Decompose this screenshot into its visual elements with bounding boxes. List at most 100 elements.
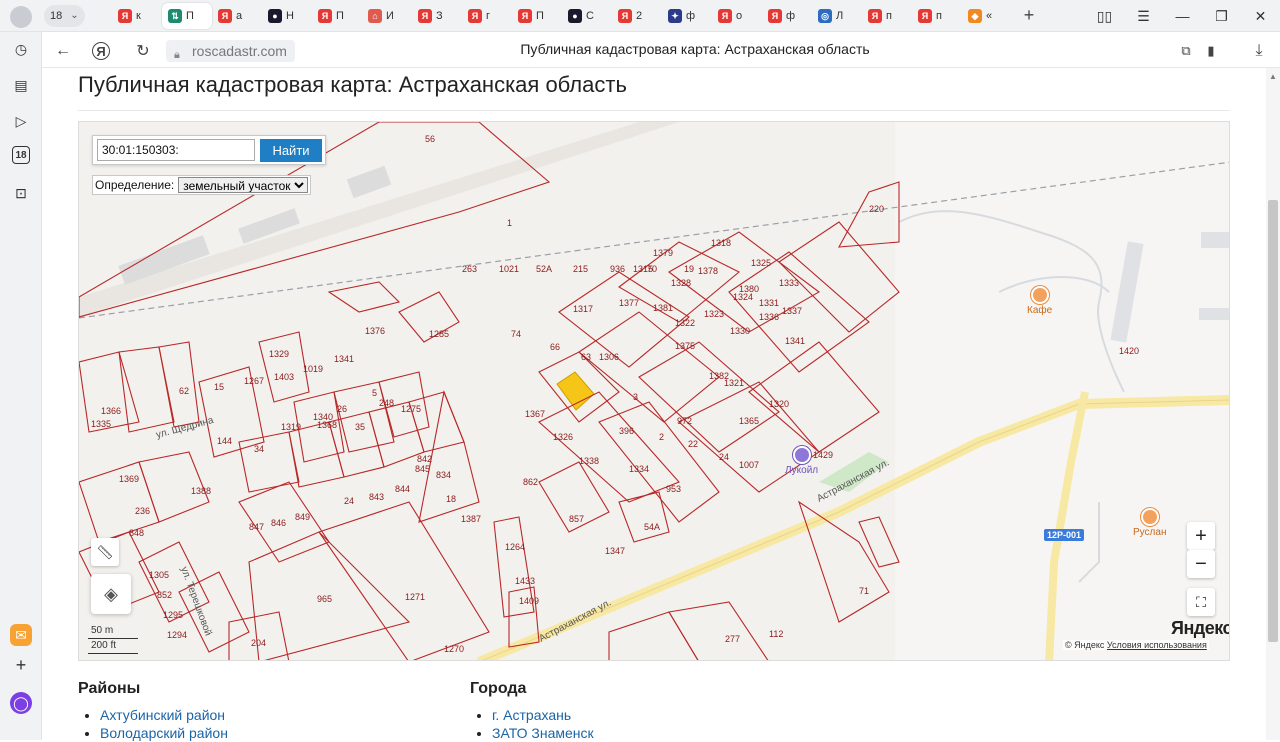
browser-tab[interactable]: Яа: [212, 3, 262, 29]
browser-tab[interactable]: Як: [112, 3, 162, 29]
cities-column: Города г. Астрахань ЗАТО Знаменск: [470, 680, 594, 742]
alice-assistant-icon[interactable]: ◯: [10, 692, 32, 714]
parcel-number-label: 1319: [281, 422, 301, 432]
restore-button[interactable]: ❐: [1202, 0, 1241, 32]
browser-tab[interactable]: Я2: [612, 3, 662, 29]
back-arrow-icon[interactable]: ←: [52, 40, 74, 62]
poi-ruslan[interactable]: Руслан: [1133, 508, 1166, 538]
browser-tab[interactable]: ◆ «: [962, 3, 1012, 29]
reader-icon[interactable]: ⧉: [1175, 40, 1197, 62]
collections-icon[interactable]: ▤: [10, 74, 32, 96]
scroll-thumb[interactable]: [1268, 200, 1278, 642]
tab-favicon-icon: Я: [618, 9, 632, 23]
parcel-number-label: 66: [550, 342, 560, 352]
tab-label: п: [886, 10, 892, 22]
page-content: Публичная кадастровая карта: Астраханска…: [42, 68, 1266, 742]
parcel-number-label: 1369: [119, 474, 139, 484]
browser-tab[interactable]: ◎ Л: [812, 3, 862, 29]
browser-tab[interactable]: ЯЗ: [412, 3, 462, 29]
bookmarks-panel-icon[interactable]: ▯▯: [1085, 0, 1124, 32]
tab-favicon-icon: ◆: [968, 9, 982, 23]
browser-tab[interactable]: Яо: [712, 3, 762, 29]
parcel-number-label: 1328: [671, 278, 691, 288]
browser-tab[interactable]: ⇅ П: [162, 3, 212, 29]
region-link[interactable]: Володарский район: [100, 725, 228, 741]
tab-label: «: [986, 10, 993, 22]
find-button[interactable]: Найти: [260, 139, 322, 162]
map-canvas[interactable]: 5612201318132513331379131513281378138013…: [79, 122, 1230, 661]
profile-avatar[interactable]: [10, 6, 32, 28]
poi-lukoil[interactable]: Лукойл: [785, 446, 818, 476]
yandex-home-icon[interactable]: Я: [92, 42, 110, 60]
layers-icon[interactable]: ◈: [91, 574, 131, 614]
scroll-up-icon[interactable]: ▲: [1269, 72, 1277, 81]
browser-tab[interactable]: ● С: [562, 3, 612, 29]
parcel-number-label: 112: [769, 629, 783, 639]
parcel-number-label: 1341: [785, 336, 805, 346]
tab-label: С: [586, 10, 594, 22]
zoom-out-button[interactable]: −: [1187, 550, 1215, 578]
parcel-number-label: 70: [647, 264, 657, 274]
chevron-down-icon: ⌄: [70, 10, 79, 21]
parcel-number-label: 1379: [653, 248, 673, 258]
browser-tab[interactable]: Яф: [762, 3, 812, 29]
browser-tab[interactable]: ЯП: [312, 3, 362, 29]
ruler-icon[interactable]: 📏︎: [91, 538, 119, 566]
browser-tab[interactable]: Яг: [462, 3, 512, 29]
parcel-number-label: 1324: [733, 292, 753, 302]
add-panel-icon[interactable]: +: [10, 654, 32, 676]
screenshot-icon[interactable]: ⊡: [10, 182, 32, 204]
bookmark-icon[interactable]: ▮: [1200, 40, 1222, 62]
parcel-number-label: 144: [217, 436, 232, 446]
browser-tab[interactable]: Яп: [862, 3, 912, 29]
minimize-button[interactable]: —: [1163, 0, 1202, 32]
parcel-number-label: 1270: [444, 644, 464, 654]
poi-cafe[interactable]: Кафе: [1027, 286, 1052, 316]
browser-tab[interactable]: Яп: [912, 3, 962, 29]
parcel-number-label: 965: [317, 594, 332, 604]
tab-label: П: [186, 10, 194, 22]
parcel-number-label: 1388: [191, 486, 211, 496]
region-link[interactable]: Ахтубинский район: [100, 707, 225, 723]
tab-favicon-icon: ⇅: [168, 9, 182, 23]
parcel-number-label: 1285: [429, 329, 449, 339]
history-icon[interactable]: ◷: [10, 38, 32, 60]
definition-select[interactable]: земельный участок: [178, 177, 309, 193]
fullscreen-icon[interactable]: ⛶: [1187, 588, 1215, 616]
tab-counter[interactable]: 18 ⌄: [44, 5, 85, 27]
parcel-number-label: 220: [869, 204, 884, 214]
parcel-number-label: 1305: [149, 570, 169, 580]
regions-heading: Районы: [78, 680, 141, 697]
calendar-badge-icon[interactable]: 18: [12, 146, 30, 164]
cadastral-map[interactable]: 56 1 220 1318 1325 1333 1379 1315 1328 1378 1380 13…: [78, 121, 1230, 661]
reload-icon[interactable]: ↻: [132, 40, 154, 62]
tab-favicon-icon: Я: [318, 9, 332, 23]
browser-tab[interactable]: ⌂ И: [362, 3, 412, 29]
city-link[interactable]: г. Астрахань: [492, 707, 571, 723]
parcel-number-label: 1341: [334, 354, 354, 364]
close-window-button[interactable]: ✕: [1241, 0, 1280, 32]
parcel-number-label: 1007: [739, 460, 759, 470]
new-tab-button[interactable]: +: [1018, 5, 1040, 27]
parcel-number-label: 1275: [401, 404, 421, 414]
browser-tab[interactable]: ✦ ф: [662, 3, 712, 29]
browser-tab[interactable]: ● Н: [262, 3, 312, 29]
terms-link[interactable]: Условия использования: [1107, 640, 1207, 650]
cities-heading: Города: [470, 680, 527, 697]
zoom-in-button[interactable]: +: [1187, 522, 1215, 550]
cadastral-number-input[interactable]: [97, 139, 255, 161]
list-item: ЗАТО Знаменск: [492, 724, 594, 742]
url-field[interactable]: 🔒︎ roscadastr.com: [166, 40, 295, 62]
list-item: Володарский район: [100, 724, 228, 742]
mail-icon[interactable]: ✉: [10, 624, 32, 646]
parcel-number-label: 2: [659, 432, 664, 442]
menu-icon[interactable]: ☰: [1124, 0, 1163, 32]
page-scrollbar[interactable]: ▲: [1266, 68, 1280, 740]
parcel-number-label: 24: [719, 452, 729, 462]
browser-tab[interactable]: ЯП: [512, 3, 562, 29]
city-link[interactable]: ЗАТО Знаменск: [492, 725, 594, 741]
play-icon[interactable]: ▷: [10, 110, 32, 132]
parcel-number-label: 1378: [698, 266, 718, 276]
url-text: roscadastr.com: [192, 43, 287, 59]
download-icon[interactable]: ⤓: [1248, 40, 1270, 62]
